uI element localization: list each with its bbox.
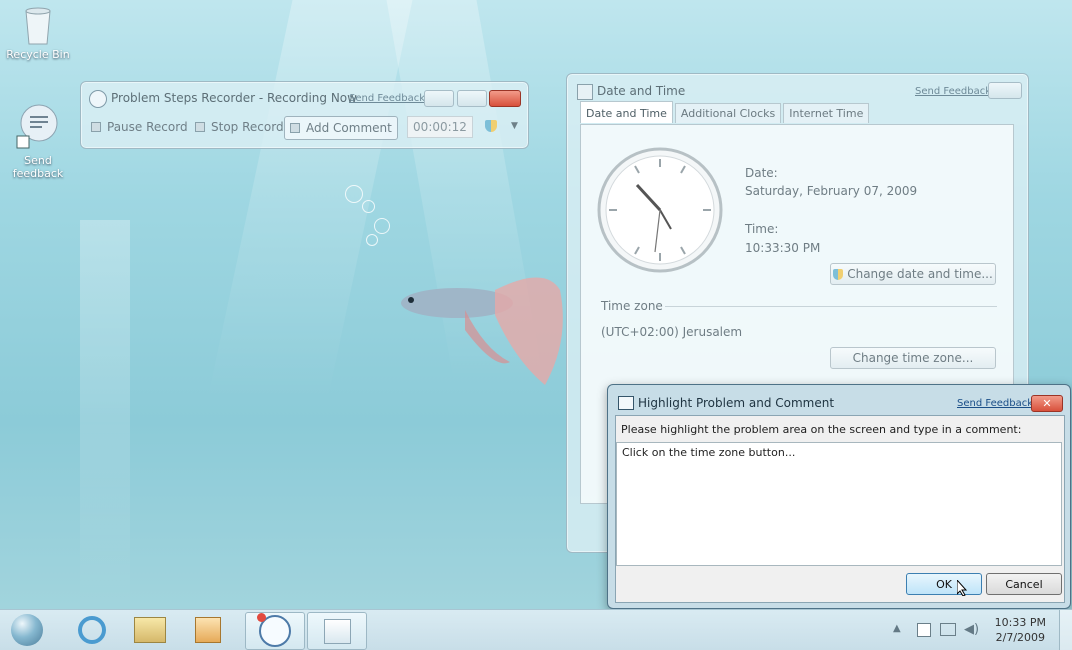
recording-timer: 00:00:12	[407, 116, 473, 138]
timezone-divider	[665, 306, 997, 307]
time-value: 10:33:30 PM	[745, 241, 821, 255]
desktop-icon-label: Send feedback	[12, 154, 64, 180]
window-title: Problem Steps Recorder - Recording Now	[111, 91, 357, 105]
mouse-cursor-icon	[956, 578, 968, 597]
tab-strip: Date and Time Additional Clocks Internet…	[580, 101, 871, 123]
pause-record-label: Pause Record	[107, 120, 188, 134]
change-timezone-button[interactable]: Change time zone...	[830, 347, 996, 369]
ok-button[interactable]: OK	[906, 573, 982, 595]
highlight-problem-dialog: Highlight Problem and Comment Send Feedb…	[607, 384, 1071, 609]
close-button[interactable]	[988, 82, 1022, 99]
stop-icon	[195, 122, 205, 132]
timezone-value: (UTC+02:00) Jerusalem	[601, 325, 743, 339]
send-feedback-link[interactable]: Send Feedback	[349, 93, 425, 104]
show-hidden-icons-icon[interactable]: ▲	[893, 623, 901, 634]
clock-date: 2/7/2009	[995, 631, 1046, 644]
record-dot-icon	[257, 613, 266, 622]
network-icon[interactable]	[940, 623, 956, 636]
tab-internet-time[interactable]: Internet Time	[783, 103, 870, 123]
minimize-button[interactable]	[424, 90, 454, 107]
change-date-time-label: Change date and time...	[847, 267, 993, 281]
start-orb-icon	[11, 614, 43, 646]
system-clock[interactable]: 10:33 PM 2/7/2009	[995, 615, 1046, 645]
betta-fish	[395, 270, 575, 390]
explorer-icon	[134, 617, 166, 643]
taskbar-internet-explorer[interactable]	[63, 612, 121, 648]
tab-additional-clocks[interactable]: Additional Clocks	[674, 103, 782, 123]
comment-icon	[618, 396, 634, 410]
pause-icon	[91, 122, 101, 132]
media-player-icon	[195, 617, 221, 643]
date-value: Saturday, February 07, 2009	[745, 184, 918, 198]
problem-steps-recorder-icon	[257, 613, 291, 647]
taskbar-date-time[interactable]	[307, 612, 367, 650]
taskbar-problem-steps-recorder[interactable]	[245, 612, 305, 650]
shield-icon[interactable]	[485, 120, 497, 132]
chevron-down-icon[interactable]: ▼	[511, 121, 518, 131]
action-center-icon[interactable]	[917, 623, 931, 637]
date-time-icon	[577, 84, 593, 100]
desktop-icon-label: Recycle Bin	[6, 48, 70, 61]
desktop-icon-recycle-bin[interactable]: Recycle Bin	[0, 4, 76, 61]
close-button[interactable]	[489, 90, 521, 107]
date-time-icon	[323, 618, 351, 644]
comment-icon	[290, 123, 300, 133]
problem-steps-recorder-icon	[89, 90, 107, 108]
analog-clock	[597, 147, 723, 273]
start-button[interactable]	[0, 612, 54, 648]
taskbar: ▲ ◀) 10:33 PM 2/7/2009	[0, 609, 1072, 650]
dialog-prompt: Please highlight the problem area on the…	[621, 423, 1022, 436]
shield-icon	[833, 268, 844, 280]
time-label: Time:	[745, 222, 779, 236]
send-feedback-icon	[15, 104, 61, 152]
send-feedback-link[interactable]: Send Feedback	[957, 398, 1033, 409]
taskbar-media-player[interactable]	[179, 612, 237, 648]
maximize-button[interactable]	[457, 90, 487, 107]
comment-textarea[interactable]: Click on the time zone button...	[616, 442, 1062, 566]
send-feedback-link[interactable]: Send Feedback	[915, 86, 991, 97]
problem-steps-recorder-window: Problem Steps Recorder - Recording Now S…	[80, 81, 529, 149]
add-comment-label: Add Comment	[306, 121, 392, 135]
dialog-title: Highlight Problem and Comment	[638, 396, 835, 410]
stop-record-button[interactable]: Stop Record	[195, 116, 284, 138]
timezone-header: Time zone	[601, 299, 663, 313]
close-icon: ✕	[1042, 397, 1052, 410]
desktop-icon-send-feedback[interactable]: Send feedback	[0, 104, 76, 180]
taskbar-explorer[interactable]	[121, 612, 179, 648]
stop-record-label: Stop Record	[211, 120, 284, 134]
close-button[interactable]: ✕	[1031, 395, 1063, 412]
clock-time: 10:33 PM	[994, 616, 1046, 629]
internet-explorer-icon	[78, 616, 106, 644]
dialog-body: Please highlight the problem area on the…	[615, 415, 1065, 603]
recycle-bin-icon	[22, 4, 54, 46]
pause-record-button[interactable]: Pause Record	[91, 116, 188, 138]
tab-date-time[interactable]: Date and Time	[580, 101, 673, 123]
window-title: Date and Time	[597, 84, 686, 98]
volume-icon[interactable]: ◀)	[964, 622, 979, 637]
show-desktop-button[interactable]	[1059, 610, 1072, 650]
add-comment-button[interactable]: Add Comment	[284, 116, 398, 140]
change-date-time-button[interactable]: Change date and time...	[830, 263, 996, 285]
date-label: Date:	[745, 166, 778, 180]
cancel-button[interactable]: Cancel	[986, 573, 1062, 595]
